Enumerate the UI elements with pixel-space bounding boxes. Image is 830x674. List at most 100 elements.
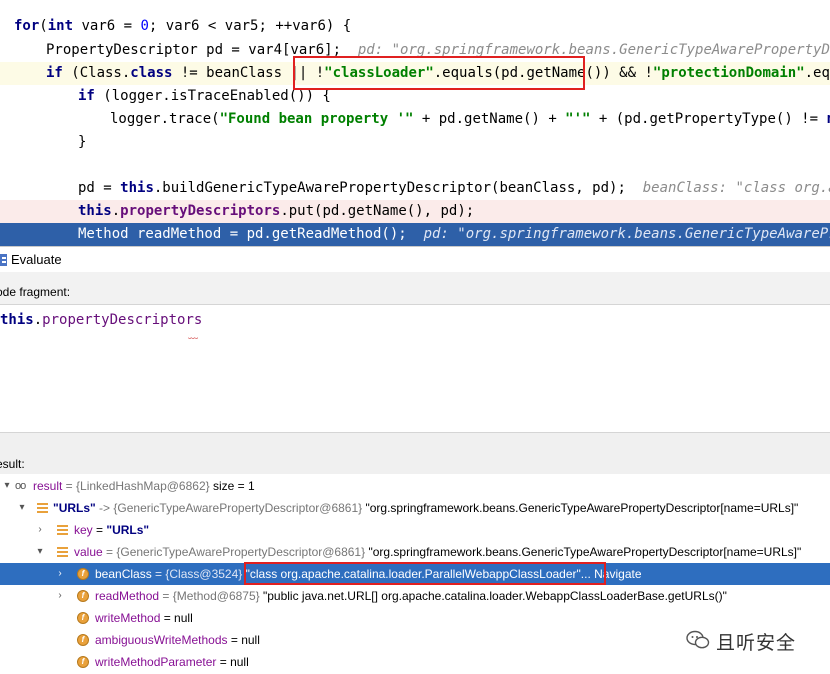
code-token: + (pd.getPropertyType() !=: [590, 111, 827, 127]
code-token: logger.trace(: [110, 111, 220, 127]
map-entry-icon: [37, 503, 48, 513]
collapse-arrow-icon[interactable]: ▾: [35, 541, 45, 563]
tree-row-map-entry[interactable]: ▾ "URLs" -> {GenericTypeAwarePropertyDes…: [0, 497, 830, 519]
tree-row-text: result = {LinkedHashMap@6862} size = 1: [33, 475, 255, 497]
field-f-icon: f: [77, 656, 89, 668]
code-token: class: [130, 65, 173, 81]
tree-row-readmethod[interactable]: › f readMethod = {Method@6875} "public j…: [0, 585, 830, 607]
code-line-10-execution-point[interactable]: Method readMethod = pd.getReadMethod(); …: [0, 223, 830, 246]
var-type: = null: [216, 655, 249, 669]
var-value: "public java.net.URL[] org.apache.catali…: [259, 589, 727, 603]
code-text: Method readMethod = pd.getReadMethod(); …: [78, 223, 830, 246]
var-type: = {GenericTypeAwarePropertyDescriptor@68…: [102, 545, 366, 559]
tree-row-text: readMethod = {Method@6875} "public java.…: [95, 585, 727, 607]
var-name: readMethod: [95, 589, 160, 603]
code-fragment-label: ode fragment:: [0, 285, 71, 299]
code-token: null: [826, 111, 830, 127]
var-name: result: [33, 479, 63, 493]
var-name: value: [74, 545, 103, 559]
code-token: .buildGenericTypeAwarePropertyDescriptor…: [153, 180, 626, 196]
code-fragment-editor[interactable]: this.propertyDescriptors ﹏: [0, 304, 830, 432]
code-line-1[interactable]: for(int var6 = 0; var6 < var5; ++var6) {: [0, 15, 830, 38]
var-type: = {Method@6875}: [159, 589, 260, 603]
watermark-text: 且听安全: [716, 632, 797, 654]
code-token: this: [120, 180, 154, 196]
code-token: this: [78, 203, 112, 219]
code-line-7[interactable]: [0, 154, 830, 177]
var-type: = {Class@3524}: [151, 567, 243, 581]
var-type: =: [92, 523, 107, 537]
code-token: (: [39, 18, 48, 34]
field-f-icon: f: [77, 590, 89, 602]
evaluate-title: Evaluate: [11, 252, 62, 267]
code-token: (logger.isTraceEnabled()) {: [94, 88, 331, 104]
code-line-5[interactable]: logger.trace("Found bean property '" + p…: [0, 108, 830, 131]
field-f-icon: f: [77, 634, 89, 646]
tree-row-text: value = {GenericTypeAwarePropertyDescrip…: [74, 541, 801, 563]
code-token: pd =: [78, 180, 121, 196]
var-name: writeMethod: [95, 611, 161, 625]
code-token: + pd.getName() +: [413, 111, 566, 127]
field-icon: [57, 525, 68, 535]
expand-arrow-icon[interactable]: ›: [55, 563, 65, 585]
result-label: esult:: [0, 457, 25, 471]
code-token: 0: [140, 18, 149, 34]
code-token: .: [111, 203, 121, 219]
code-fragment-label-area: ode fragment:: [0, 272, 830, 304]
tree-row-text: key = "URLs": [74, 519, 149, 541]
code-text: this.propertyDescriptors.put(pd.getName(…: [78, 200, 474, 223]
code-token: beanClass: "class org.apach: [642, 180, 830, 196]
watermark: 且听安全: [686, 626, 826, 656]
tree-row-key[interactable]: › key = "URLs": [0, 519, 830, 541]
field-f-icon: f: [77, 568, 89, 580]
code-token: .equals(: [804, 65, 830, 81]
code-token: for: [14, 18, 40, 34]
expand-arrow-icon[interactable]: ›: [35, 519, 45, 541]
code-fragment-expression[interactable]: this.propertyDescriptors: [0, 312, 202, 328]
code-token: var6 =: [73, 18, 141, 34]
code-line-6[interactable]: }: [0, 131, 830, 154]
expand-arrow-icon[interactable]: ›: [55, 585, 65, 607]
code-text: for(int var6 = 0; var6 < var5; ++var6) {: [14, 15, 351, 38]
tree-row-text: "URLs" -> {GenericTypeAwarePropertyDescr…: [53, 497, 798, 519]
var-name: ambiguousWriteMethods: [95, 633, 228, 647]
highlight-box-classloader-value: [244, 562, 606, 585]
code-token: int: [47, 18, 74, 34]
field-icon: [57, 547, 68, 557]
tree-row-value[interactable]: ▾ value = {GenericTypeAwarePropertyDescr…: [0, 541, 830, 563]
collapse-arrow-icon[interactable]: ▾: [2, 475, 12, 497]
result-label-area: esult:: [0, 454, 830, 474]
code-line-8[interactable]: pd = this.buildGenericTypeAwarePropertyD…: [0, 177, 830, 200]
code-line-9-breakpoint[interactable]: this.propertyDescriptors.put(pd.getName(…: [0, 200, 830, 223]
fragment-dot: .: [33, 312, 43, 328]
var-name: beanClass: [95, 567, 152, 581]
code-token: "protectionDomain": [652, 65, 805, 81]
code-token: "Found bean property '": [219, 111, 414, 127]
field-f-icon: f: [77, 612, 89, 624]
code-token: }: [78, 134, 87, 150]
code-token: (Class.: [62, 65, 131, 81]
fragment-keyword: this: [0, 312, 34, 328]
var-name: writeMethodParameter: [95, 655, 217, 669]
collapse-arrow-icon[interactable]: ▾: [17, 497, 27, 519]
var-type: = null: [160, 611, 193, 625]
tree-row-result[interactable]: ▾ oo result = {LinkedHashMap@6862} size …: [0, 475, 830, 497]
evaluate-icon: [0, 254, 7, 266]
watch-result-icon: oo: [15, 480, 26, 492]
var-name: "URLs": [53, 501, 96, 515]
var-value: "URLs": [106, 523, 150, 537]
var-value: "org.springframework.beans.GenericTypeAw…: [365, 545, 802, 559]
tree-row-text: ambiguousWriteMethods = null: [95, 629, 260, 651]
var-name: key: [74, 523, 93, 537]
code-token: "'": [565, 111, 591, 127]
tree-row-text: writeMethodParameter = null: [95, 651, 249, 673]
code-token: if: [46, 65, 63, 81]
wechat-icon: [686, 630, 710, 649]
code-token: ; var6 < var5; ++var6) {: [148, 18, 352, 34]
panel-separator[interactable]: [0, 432, 830, 454]
evaluate-dialog-title-bar[interactable]: Evaluate: [0, 246, 830, 272]
tree-row-text: writeMethod = null: [95, 607, 193, 629]
code-text: logger.trace("Found bean property '" + p…: [110, 108, 830, 131]
code-token: if: [78, 88, 95, 104]
code-editor[interactable]: for(int var6 = 0; var6 < var5; ++var6) {…: [0, 0, 830, 246]
